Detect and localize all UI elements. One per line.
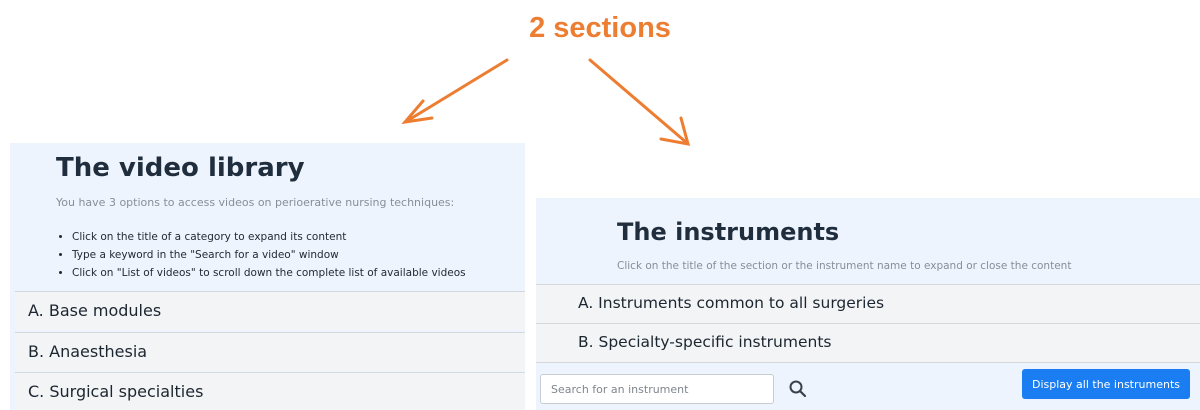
option-item: Type a keyword in the "Search for a vide… xyxy=(72,246,466,264)
search-button[interactable] xyxy=(784,374,812,404)
instruments-panel: The instruments Click on the title of th… xyxy=(536,198,1200,410)
instruments-intro: Click on the title of the section or the… xyxy=(617,260,1072,272)
instruments-title: The instruments xyxy=(617,218,840,246)
instrument-search-input[interactable] xyxy=(540,374,774,404)
option-item: Click on the title of a category to expa… xyxy=(72,228,466,246)
video-library-panel: The video library You have 3 options to … xyxy=(10,143,525,410)
category-label: C. Surgical specialties xyxy=(28,382,204,401)
video-library-options: Click on the title of a category to expa… xyxy=(56,228,466,282)
category-anaesthesia[interactable]: B. Anaesthesia xyxy=(15,332,525,371)
arrow-to-instruments xyxy=(588,58,691,146)
section-label: B. Specialty-specific instruments xyxy=(578,333,832,351)
category-base-modules[interactable]: A. Base modules xyxy=(15,291,525,330)
video-library-intro: You have 3 options to access videos on p… xyxy=(56,196,455,209)
display-all-instruments-button[interactable]: Display all the instruments xyxy=(1022,369,1190,399)
category-label: B. Anaesthesia xyxy=(28,342,148,361)
video-library-title: The video library xyxy=(56,153,305,183)
category-label: A. Base modules xyxy=(28,301,162,320)
section-label: A. Instruments common to all surgeries xyxy=(578,294,885,312)
arrow-to-video-library xyxy=(401,58,509,125)
section-specialty-instruments[interactable]: B. Specialty-specific instruments xyxy=(536,323,1200,363)
option-item: Click on "List of videos" to scroll down… xyxy=(72,264,466,282)
section-common-instruments[interactable]: A. Instruments common to all surgeries xyxy=(536,284,1200,324)
category-surgical-specialties[interactable]: C. Surgical specialties xyxy=(15,372,525,410)
magnifier-icon xyxy=(789,380,807,398)
